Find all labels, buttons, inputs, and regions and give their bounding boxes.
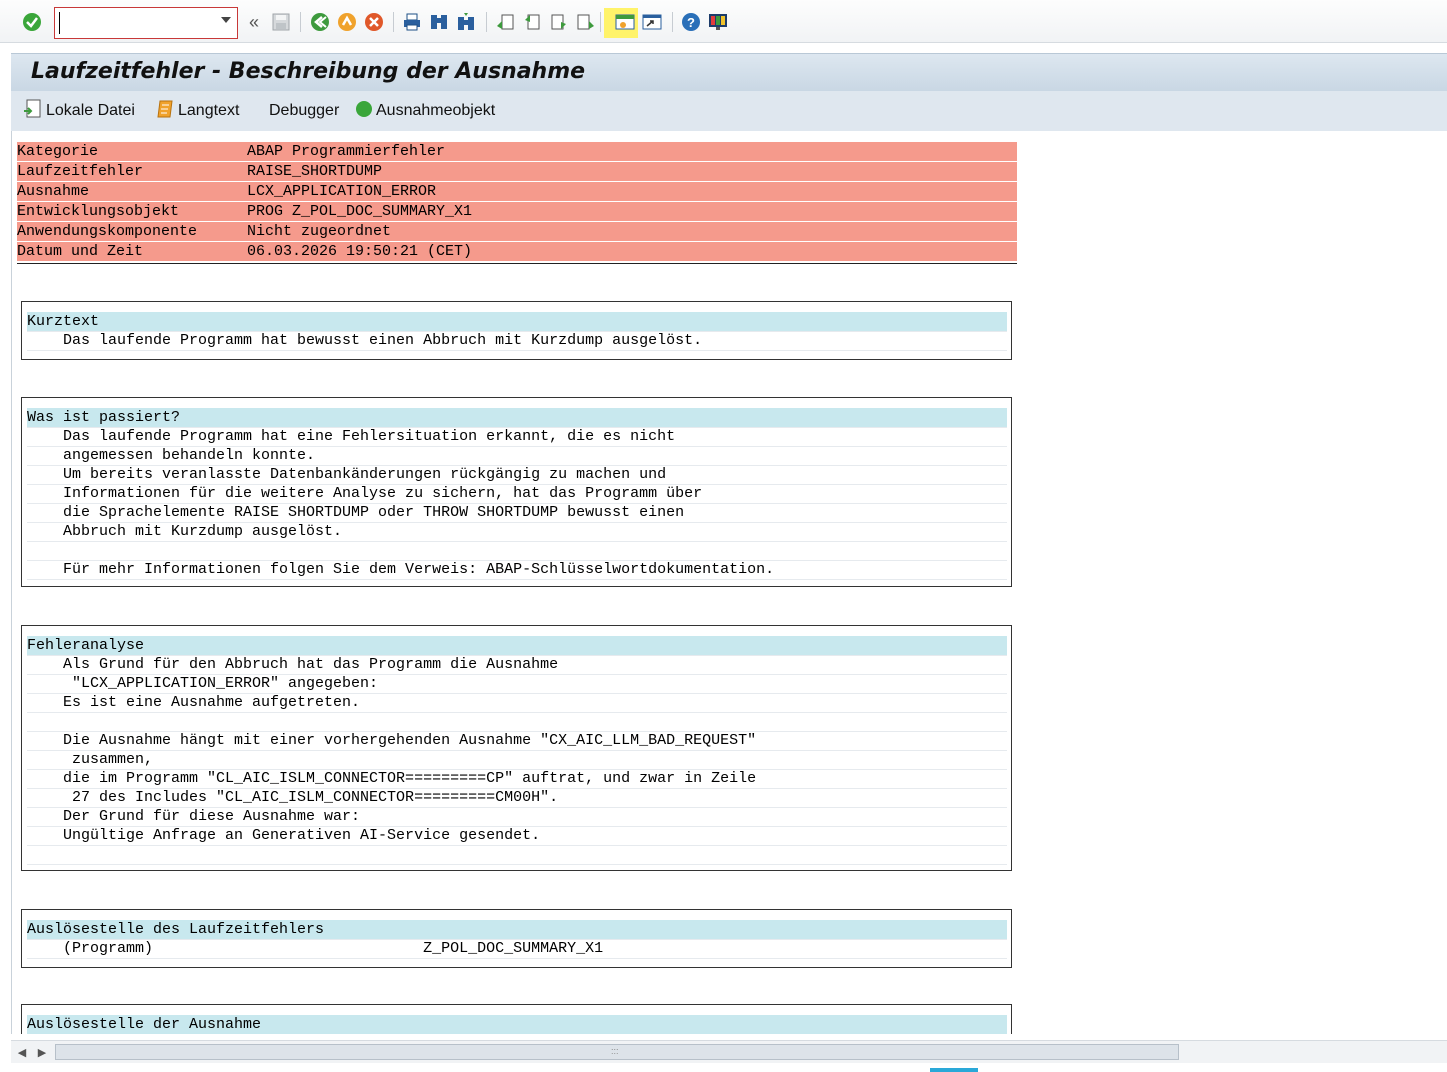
long-text-button[interactable]: Langtext bbox=[157, 99, 239, 124]
section-line: die Sprachelemente RAISE SHORTDUMP oder … bbox=[27, 503, 1007, 523]
long-text-icon bbox=[157, 99, 175, 124]
exit-icon[interactable] bbox=[336, 11, 358, 33]
section-line: die im Programm "CL_AIC_ISLM_CONNECTOR==… bbox=[27, 769, 1007, 789]
status-accent bbox=[930, 1068, 978, 1072]
layout-icon[interactable] bbox=[707, 11, 729, 33]
check-icon[interactable] bbox=[21, 11, 43, 33]
section-line: Für mehr Informationen folgen Sie dem Ve… bbox=[27, 560, 1007, 580]
section-title: Fehleranalyse bbox=[27, 636, 1007, 656]
scroll-right-icon[interactable]: ▶ bbox=[35, 1045, 49, 1059]
green-dot-icon bbox=[355, 100, 373, 123]
command-field[interactable] bbox=[59, 12, 209, 34]
chevron-down-icon[interactable] bbox=[221, 17, 231, 23]
system-toolbar: « ? bbox=[0, 0, 1447, 43]
print-icon[interactable] bbox=[401, 11, 423, 33]
grip-icon: ::: bbox=[611, 1046, 619, 1056]
title-bar: Laufzeitfehler - Beschreibung der Ausnah… bbox=[11, 53, 1447, 91]
exception-object-button[interactable]: Ausnahmeobjekt bbox=[355, 100, 495, 123]
next-page-icon[interactable] bbox=[548, 11, 570, 33]
dump-content: Kategorie ABAP Programmierfehler Laufzeit… bbox=[11, 131, 1447, 1034]
section-line bbox=[27, 712, 1007, 732]
section-was-ist-passiert: Was ist passiert? Das laufende Programm … bbox=[21, 397, 1012, 587]
save-icon[interactable] bbox=[270, 11, 292, 33]
section-title: Auslösestelle der Ausnahme bbox=[27, 1015, 1007, 1034]
header-row: Entwicklungsobjekt PROG Z_POL_DOC_SUMMARY… bbox=[17, 202, 1017, 222]
horizontal-scrollbar[interactable]: ◀ ▶ ::: bbox=[11, 1040, 1447, 1063]
section-line bbox=[27, 541, 1007, 561]
command-field-frame bbox=[54, 7, 238, 39]
section-title: Kurztext bbox=[27, 312, 1007, 332]
header-row: Anwendungskomponente Nicht zugeordnet bbox=[17, 222, 1017, 242]
help-icon[interactable]: ? bbox=[680, 11, 702, 33]
scroll-left-icon[interactable]: ◀ bbox=[15, 1045, 29, 1059]
header-row: Laufzeitfehler RAISE_SHORTDUMP bbox=[17, 162, 1017, 182]
section-line: zusammen, bbox=[27, 750, 1007, 770]
section-line: Als Grund für den Abbruch hat das Progra… bbox=[27, 655, 1007, 675]
section-fehleranalyse: Fehleranalyse Als Grund für den Abbruch … bbox=[21, 625, 1012, 871]
section-line: Abbruch mit Kurzdump ausgelöst. bbox=[27, 522, 1007, 542]
cancel-icon[interactable] bbox=[363, 11, 385, 33]
application-toolbar: Lokale Datei Langtext Debugger Ausnahmeo… bbox=[11, 91, 1447, 131]
section-line bbox=[27, 845, 1007, 865]
section-line: Um bereits veranlasste Datenbankänderung… bbox=[27, 465, 1007, 485]
back-icon[interactable] bbox=[309, 11, 331, 33]
local-file-icon bbox=[23, 99, 43, 124]
local-file-button[interactable]: Lokale Datei bbox=[23, 99, 135, 124]
page-title: Laufzeitfehler - Beschreibung der Ausnah… bbox=[31, 59, 586, 84]
back-double-icon[interactable]: « bbox=[243, 11, 265, 33]
section-line: "LCX_APPLICATION_ERROR" angegeben: bbox=[27, 674, 1007, 694]
section-line: Informationen für die weitere Analyse zu… bbox=[27, 484, 1007, 504]
section-line: Das laufende Programm hat eine Fehlersit… bbox=[27, 427, 1007, 447]
last-page-icon[interactable] bbox=[575, 11, 597, 33]
first-page-icon[interactable] bbox=[494, 11, 516, 33]
section-line: Das laufende Programm hat bewusst einen … bbox=[27, 331, 1007, 351]
section-kurztext: Kurztext Das laufende Programm hat bewus… bbox=[21, 301, 1012, 360]
scrollbar-thumb[interactable]: ::: bbox=[55, 1044, 1179, 1060]
section-line: angemessen behandeln konnte. bbox=[27, 446, 1007, 466]
shortcut-icon[interactable] bbox=[641, 11, 663, 33]
section-title: Was ist passiert? bbox=[27, 408, 1007, 428]
section-line: (Programm) Z_POL_DOC_SUMMARY_X1 bbox=[27, 939, 1007, 959]
find-icon[interactable] bbox=[428, 11, 450, 33]
find-next-icon[interactable] bbox=[455, 11, 477, 33]
header-divider bbox=[17, 263, 1017, 264]
prev-page-icon[interactable] bbox=[521, 11, 543, 33]
section-line: Ungültige Anfrage an Generativen AI-Serv… bbox=[27, 826, 1007, 846]
section-line: Die Ausnahme hängt mit einer vorhergehen… bbox=[27, 731, 1007, 751]
section-title: Auslösestelle des Laufzeitfehlers bbox=[27, 920, 1007, 940]
section-line: Es ist eine Ausnahme aufgetreten. bbox=[27, 693, 1007, 713]
section-line: 27 des Includes "CL_AIC_ISLM_CONNECTOR==… bbox=[27, 788, 1007, 808]
header-row: Ausnahme LCX_APPLICATION_ERROR bbox=[17, 182, 1017, 202]
section-ausloesestelle-ausnahme: Auslösestelle der Ausnahme bbox=[21, 1004, 1012, 1034]
header-row: Datum und Zeit 06.03.2026 19:50:21 (CET) bbox=[17, 242, 1017, 262]
new-session-icon[interactable] bbox=[614, 11, 636, 33]
svg-text:?: ? bbox=[687, 15, 695, 30]
dump-header-table: Kategorie ABAP Programmierfehler Laufzeit… bbox=[17, 142, 1017, 262]
section-line: Der Grund für diese Ausnahme war: bbox=[27, 807, 1007, 827]
header-row: Kategorie ABAP Programmierfehler bbox=[17, 142, 1017, 162]
section-ausloesestelle-laufzeitfehler: Auslösestelle des Laufzeitfehlers (Progr… bbox=[21, 909, 1012, 968]
debugger-button[interactable]: Debugger bbox=[269, 101, 339, 121]
